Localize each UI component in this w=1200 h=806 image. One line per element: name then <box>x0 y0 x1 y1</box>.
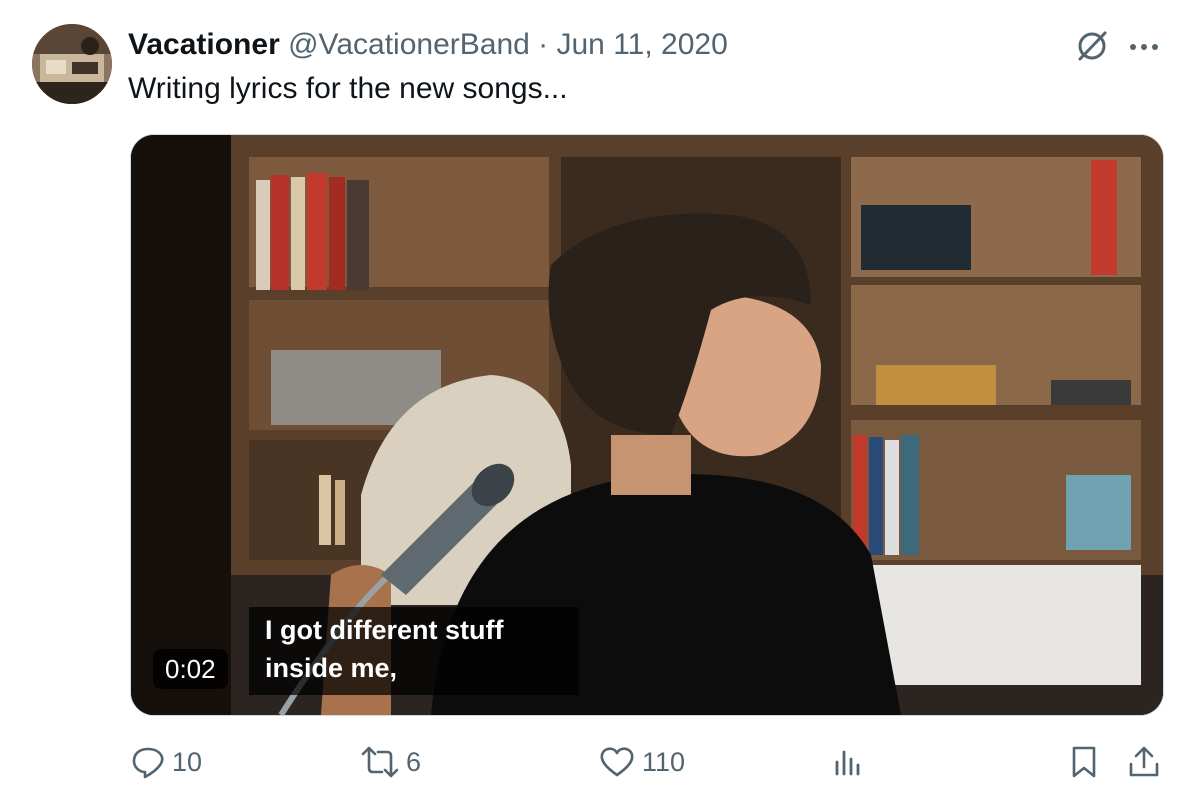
views-button[interactable] <box>830 744 866 780</box>
share-button[interactable] <box>1126 744 1162 780</box>
analytics-icon <box>835 750 860 776</box>
avatar-image <box>32 24 112 104</box>
reply-count: 10 <box>172 746 203 777</box>
repost-icon <box>361 746 399 778</box>
video-player[interactable]: 0:02 I got different stuff inside me, <box>130 134 1164 716</box>
author-handle[interactable]: @VacationerBand <box>288 28 530 61</box>
heart-icon <box>600 747 634 777</box>
repost-count: 6 <box>406 746 422 777</box>
separator-dot: · <box>538 28 549 61</box>
reply-button[interactable]: 10 <box>130 744 202 780</box>
grok-icon[interactable] <box>1074 28 1110 69</box>
more-icon[interactable] <box>1126 28 1162 69</box>
tweet-header: Vacationer @VacationerBand · Jun 11, 202… <box>128 26 728 64</box>
like-count: 110 <box>642 746 686 777</box>
action-bar: 10 6 110 <box>0 736 1200 792</box>
subtitle-line: I got different stuff <box>265 615 504 645</box>
author-name[interactable]: Vacationer <box>128 28 280 61</box>
reply-icon <box>132 747 164 779</box>
video-timestamp: 0:02 <box>153 649 228 689</box>
like-button[interactable]: 110 <box>598 744 685 780</box>
tweet-text: Writing lyrics for the new songs... <box>128 72 568 105</box>
subtitle-line: inside me, <box>265 653 398 683</box>
tweet-date[interactable]: Jun 11, 2020 <box>557 28 728 61</box>
bookmark-icon <box>1072 746 1096 778</box>
avatar[interactable] <box>32 24 112 104</box>
repost-button[interactable]: 6 <box>360 744 421 780</box>
share-icon <box>1129 746 1159 777</box>
video-subtitle: I got different stuff inside me, <box>249 607 579 695</box>
bookmark-button[interactable] <box>1066 744 1102 780</box>
